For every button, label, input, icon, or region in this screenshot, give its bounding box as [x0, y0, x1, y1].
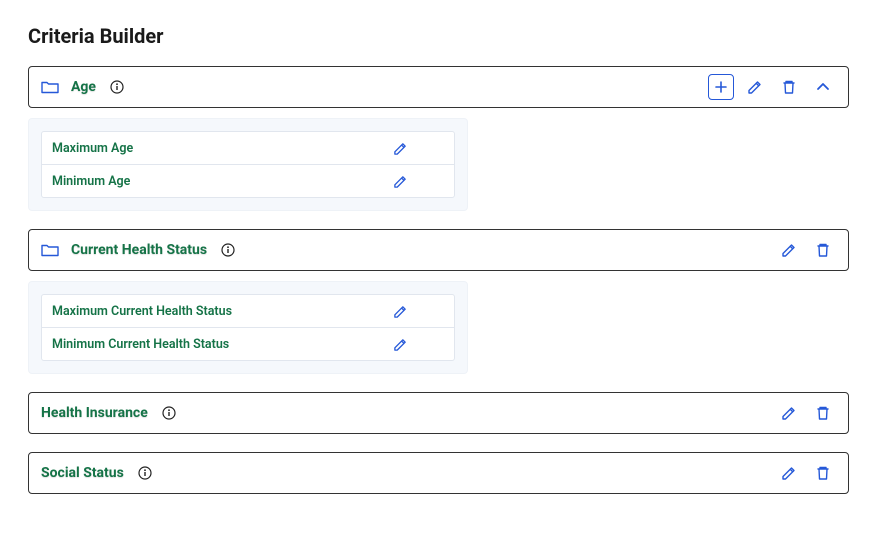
criteria-block: Age Maximum Age Minimum Age: [28, 66, 849, 211]
edit-button[interactable]: [776, 237, 802, 263]
info-icon[interactable]: [138, 466, 152, 480]
edit-button[interactable]: [776, 460, 802, 486]
edit-button[interactable]: [776, 400, 802, 426]
delete-button[interactable]: [810, 460, 836, 486]
info-icon[interactable]: [110, 80, 124, 94]
delete-button[interactable]: [776, 74, 802, 100]
sub-label: Maximum Current Health Status: [52, 304, 390, 319]
sub-table: Maximum Current Health Status Minimum Cur…: [41, 294, 455, 361]
sub-panel: Maximum Current Health Status Minimum Cur…: [28, 281, 468, 374]
edit-subitem-button[interactable]: [390, 301, 410, 321]
sub-label: Minimum Age: [52, 174, 390, 189]
criteria-header[interactable]: Age: [28, 66, 849, 108]
collapse-button[interactable]: [810, 74, 836, 100]
sub-table: Maximum Age Minimum Age: [41, 131, 455, 198]
criteria-title: Age: [71, 79, 96, 95]
page-title: Criteria Builder: [28, 24, 849, 48]
criteria-title: Health Insurance: [41, 405, 148, 421]
add-button[interactable]: [708, 74, 734, 100]
sub-label: Maximum Age: [52, 141, 390, 156]
sub-row: Maximum Age: [42, 132, 454, 165]
sub-row: Minimum Age: [42, 165, 454, 197]
edit-button[interactable]: [742, 74, 768, 100]
info-icon[interactable]: [162, 406, 176, 420]
sub-label: Minimum Current Health Status: [52, 337, 390, 352]
edit-subitem-button[interactable]: [390, 138, 410, 158]
folder-icon: [41, 243, 59, 257]
criteria-container: Age Maximum Age Minimum Age Current Health …: [28, 66, 849, 494]
delete-button[interactable]: [810, 237, 836, 263]
edit-subitem-button[interactable]: [390, 334, 410, 354]
criteria-title: Current Health Status: [71, 242, 207, 258]
sub-row: Minimum Current Health Status: [42, 328, 454, 360]
criteria-block: Current Health Status Maximum Current Hea…: [28, 229, 849, 374]
criteria-header[interactable]: Current Health Status: [28, 229, 849, 271]
sub-panel: Maximum Age Minimum Age: [28, 118, 468, 211]
info-icon[interactable]: [221, 243, 235, 257]
criteria-header[interactable]: Social Status: [28, 452, 849, 494]
edit-subitem-button[interactable]: [390, 171, 410, 191]
criteria-title: Social Status: [41, 465, 124, 481]
criteria-block: Social Status: [28, 452, 849, 494]
folder-icon: [41, 80, 59, 94]
criteria-header[interactable]: Health Insurance: [28, 392, 849, 434]
delete-button[interactable]: [810, 400, 836, 426]
sub-row: Maximum Current Health Status: [42, 295, 454, 328]
criteria-block: Health Insurance: [28, 392, 849, 434]
